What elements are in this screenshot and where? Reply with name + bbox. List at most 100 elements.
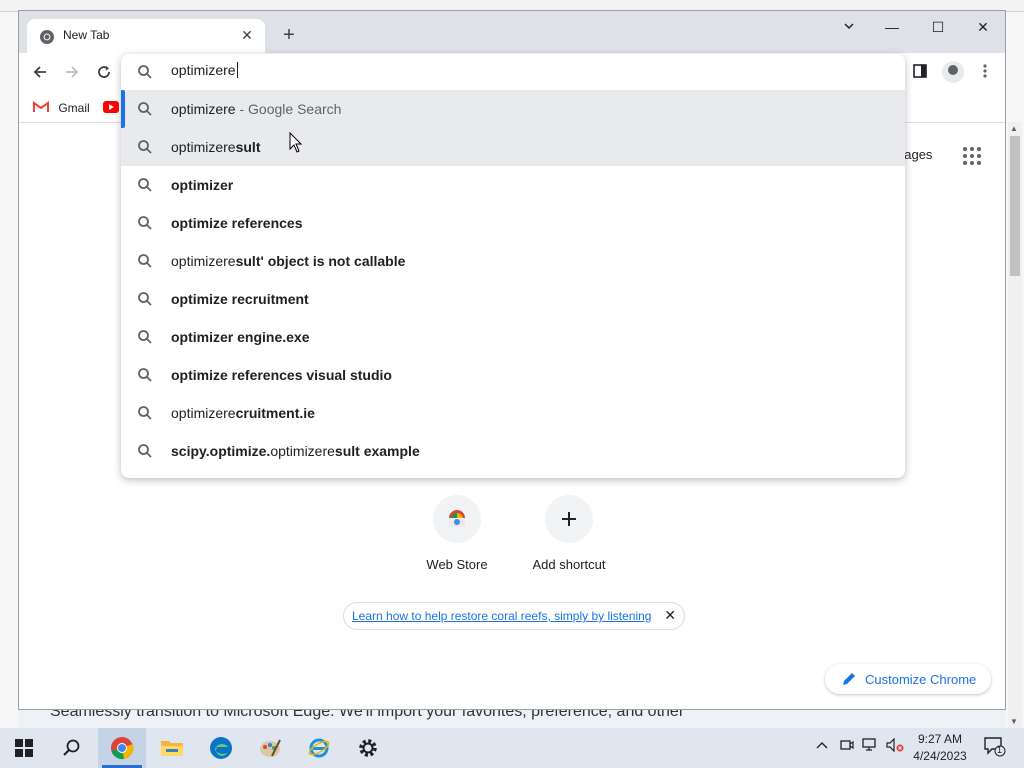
back-button[interactable] [27,61,53,87]
scroll-down-arrow-icon[interactable]: ▼ [1010,717,1018,726]
customize-chrome-button[interactable]: Customize Chrome [825,664,991,694]
suggestion-text: optimizeresult' object is not callable [171,253,405,269]
suggestion-bold: optimize references visual studio [171,367,392,383]
youtube-icon [103,101,119,113]
suggestion-bold: sult' object is not callable [235,253,406,269]
background-window-left-edge [0,12,18,728]
promo-close-icon[interactable]: ✕ [664,607,676,624]
chrome-webstore-icon [449,510,465,527]
settings-icon [359,739,377,757]
omnibox-suggestion[interactable]: optimizerecruitment.ie [121,394,905,432]
plus-icon [562,512,576,526]
profile-avatar[interactable] [942,61,964,83]
suggestion-text: optimizere - Google Search [171,101,341,117]
edge-icon [210,737,232,759]
omnibox-suggestion[interactable]: optimizer [121,166,905,204]
windows-taskbar: 9:27 AM 4/24/2023 1 [0,728,1024,768]
promo-link[interactable]: Learn how to help restore coral reefs, s… [352,609,651,623]
search-icon [63,739,80,756]
suggestion-text: optimize recruitment [171,291,309,307]
address-bar[interactable]: optimizere [121,54,905,90]
meet-now-icon[interactable] [840,738,854,755]
network-icon[interactable] [862,738,878,755]
tab-title: New Tab [63,28,110,42]
show-hidden-icons-chevron-icon[interactable] [816,738,828,754]
address-input-text: optimizere [171,62,236,78]
taskbar-settings[interactable] [344,728,392,768]
suggestion-pre: optimizere [171,139,236,155]
taskbar-edge[interactable] [197,728,245,768]
shortcut-add[interactable]: Add shortcut [514,495,624,572]
search-icon [138,444,152,458]
windows-start-icon [15,739,33,757]
google-apps-icon[interactable] [963,147,981,165]
omnibox-suggestion[interactable]: optimize references [121,204,905,242]
suggestion-pre: optimizere [171,253,236,269]
tab-close-icon[interactable]: ✕ [237,25,257,45]
omnibox-suggestion[interactable]: optimizere - Google Search [121,90,905,128]
paint-icon [260,739,281,757]
taskbar-internet-explorer[interactable] [295,728,343,768]
close-window-button[interactable]: ✕ [967,15,999,39]
notification-icon [984,737,1006,757]
suggestion-text: optimize references [171,215,303,231]
shortcut-web-store[interactable]: Web Store [402,495,512,572]
suggestion-bold: optimize references [171,215,303,231]
tab-search-chevron-icon[interactable] [833,15,865,39]
add-shortcut-tile [545,495,593,543]
promo-banner: Learn how to help restore coral reefs, s… [343,602,685,630]
scrollbar-thumb[interactable] [1010,136,1020,276]
bookmark-youtube[interactable] [103,97,119,119]
taskbar-paint[interactable] [246,728,294,768]
taskbar-search-button[interactable] [48,728,96,768]
new-tab-button[interactable]: + [277,23,301,47]
scroll-up-arrow-icon[interactable]: ▲ [1010,124,1018,133]
notification-count: 1 [997,745,1003,755]
bookmark-label: Gmail [58,101,90,115]
omnibox-suggestion[interactable]: optimizeresult [121,128,905,166]
notification-center-button[interactable]: 1 [984,737,1006,760]
reload-button[interactable] [91,61,117,87]
more-vert-icon [983,64,987,78]
search-icon [138,140,152,154]
start-button[interactable] [0,728,48,768]
bookmark-gmail[interactable]: Gmail [33,97,90,119]
omnibox-suggestion[interactable]: optimizeresult' object is not callable [121,242,905,280]
chrome-menu-button[interactable] [972,61,998,87]
shortcut-label: Web Store [426,557,488,572]
clock-date: 4/24/2023 [913,749,967,763]
gmail-icon [33,101,49,112]
webstore-tile [433,495,481,543]
taskbar-file-explorer[interactable] [148,728,196,768]
suggestion-text: optimizer engine.exe [171,329,309,345]
suggestion-bold: optimize recruitment [171,291,309,307]
side-panel-button[interactable] [907,61,933,87]
system-clock[interactable]: 9:27 AM 4/24/2023 [908,731,972,765]
omnibox-suggestion[interactable]: scipy.optimize.optimizeresult example [121,432,905,470]
address-input[interactable]: optimizere [171,62,238,78]
search-icon [138,406,152,420]
background-window-scrollbar[interactable]: ▲ ▼ [1008,122,1022,728]
customize-chrome-label: Customize Chrome [865,672,977,687]
volume-muted-icon[interactable] [886,737,904,755]
suggestion-text: optimizeresult [171,139,260,155]
forward-button[interactable] [59,61,85,87]
suggestion-pre: optimizere [171,101,236,117]
omnibox-suggestion[interactable]: optimize references visual studio [121,356,905,394]
maximize-button[interactable]: ☐ [922,15,954,39]
omnibox-dropdown: optimizere optimizere - Google Search opt… [121,54,905,478]
search-icon [138,102,152,116]
search-icon [138,178,152,192]
taskbar-chrome[interactable] [98,728,146,768]
omnibox-suggestion[interactable]: optimizer engine.exe [121,318,905,356]
omnibox-suggestion[interactable]: optimize recruitment [121,280,905,318]
search-icon [138,254,152,268]
search-icon [138,292,152,306]
suggestion-rest-pre: optimizere [270,443,335,459]
minimize-button[interactable]: — [876,15,908,39]
mouse-cursor-icon [289,132,303,153]
tab-strip: New Tab ✕ + — ☐ ✕ [19,11,1005,53]
tab-new-tab[interactable]: New Tab ✕ [27,19,265,53]
suggestion-bold: sult [235,139,261,155]
suggestion-bold: optimizer [171,177,234,193]
